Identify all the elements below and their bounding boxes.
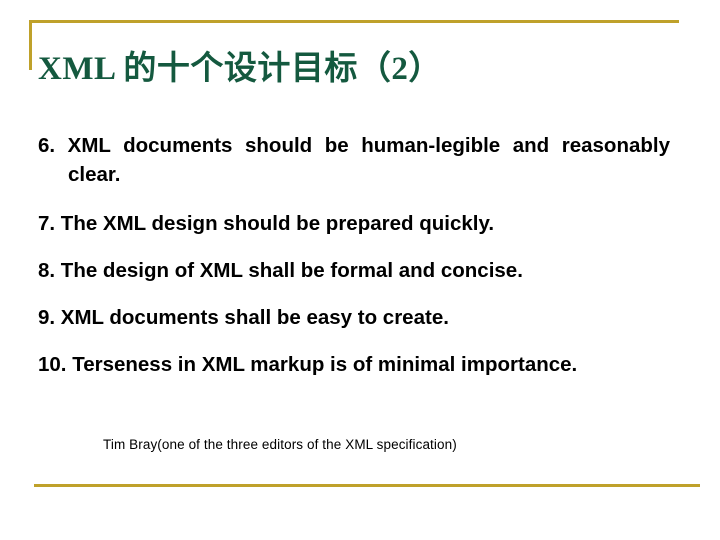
- left-accent-rule: [29, 20, 32, 70]
- design-goals-list: 6. XML documents should be human-legible…: [38, 131, 670, 379]
- attribution-text: Tim Bray(one of the three editors of the…: [103, 437, 457, 452]
- list-item-goal-8: 8. The design of XML shall be formal and…: [38, 259, 523, 282]
- bottom-accent-rule: [34, 484, 700, 487]
- list-item-goal-6: 6. XML documents should be human-legible…: [38, 134, 670, 186]
- list-item-goal-9: 9. XML documents shall be easy to create…: [38, 306, 449, 329]
- list-item-goal-7: 7. The XML design should be prepared qui…: [38, 212, 495, 235]
- list-item-goal-10: 10. Terseness in XML markup is of minima…: [38, 353, 578, 376]
- top-accent-rule: [29, 20, 679, 23]
- slide: XML 的十个设计目标（2） 6. XML documents should b…: [0, 0, 720, 540]
- page-title: XML 的十个设计目标（2）: [38, 51, 442, 88]
